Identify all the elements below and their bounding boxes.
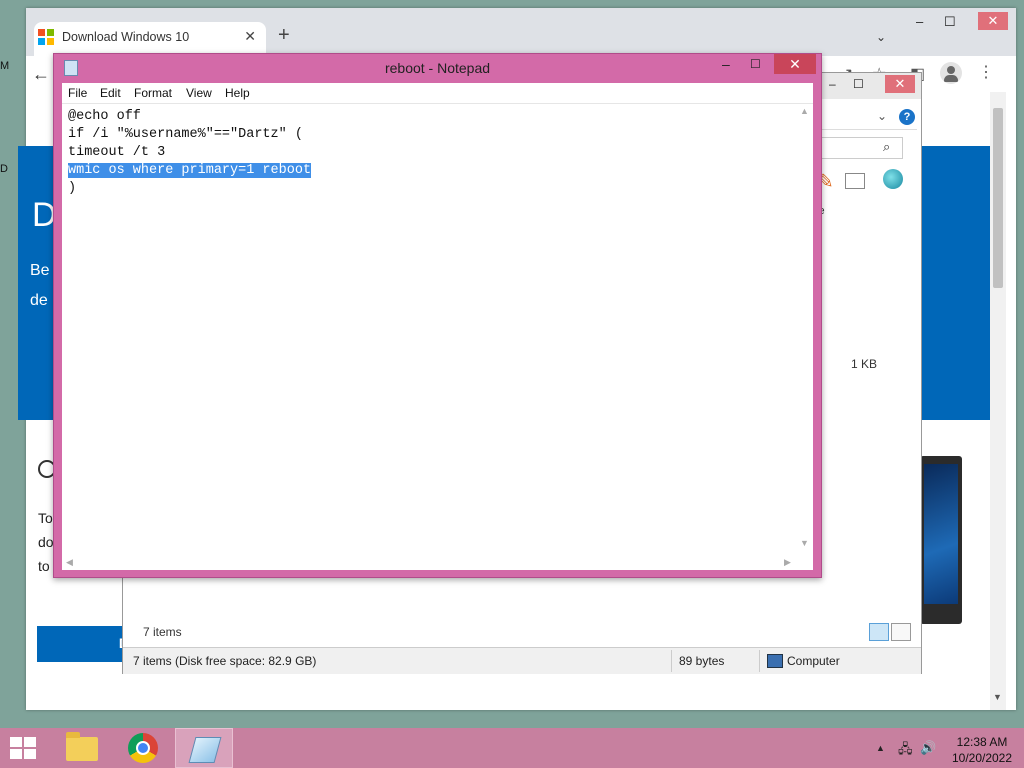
scroll-up-arrow-icon[interactable]: ▲ [800, 106, 809, 116]
paragraph-line-3: to [38, 558, 50, 574]
scroll-left-arrow-icon[interactable]: ◀ [66, 557, 73, 568]
status-items-free: 7 items (Disk free space: 82.9 GB) [133, 654, 317, 668]
notepad-menubar: File Edit Format View Help [62, 83, 813, 104]
folder-icon [66, 732, 98, 761]
menu-help[interactable]: Help [225, 86, 250, 100]
desktop-edge-label-1: M [0, 60, 10, 72]
desktop-edge-label-2: D [0, 163, 8, 175]
show-hidden-icons-icon[interactable]: ▲ [876, 743, 885, 753]
chrome-maximize-button[interactable]: ☐ [944, 14, 956, 30]
download-button[interactable]: D [37, 626, 133, 662]
windows-start-icon[interactable] [10, 737, 38, 761]
clock-date: 10/20/2022 [951, 751, 1013, 765]
banner-text-line-2: de [30, 292, 48, 309]
search-icon[interactable]: ⌕ [883, 139, 890, 155]
chrome-icon [128, 733, 158, 763]
file-size-cell: 1 KB [851, 357, 878, 371]
chrome-close-button[interactable]: ✕ [978, 12, 1008, 30]
help-icon[interactable]: ? [899, 109, 915, 125]
notepad-content[interactable]: @echo off if /i "%username%"=="Dartz" ( … [68, 108, 312, 198]
notepad-horizontal-scrollbar[interactable]: ◀ ▶ [62, 554, 797, 570]
clock-time: 12:38 AM [956, 735, 1008, 749]
large-icons-view-icon[interactable] [891, 623, 911, 641]
status-bytes: 89 bytes [679, 654, 725, 668]
selected-text-line[interactable]: wmic os where primary=1 reboot [68, 163, 312, 178]
notepad-text-area[interactable]: @echo off if /i "%username%"=="Dartz" ( … [62, 104, 813, 570]
page-scroll-thumb[interactable] [993, 108, 1003, 288]
explorer-close-button[interactable]: ✕ [885, 75, 915, 93]
profile-avatar-icon[interactable] [940, 62, 962, 84]
paragraph-line-1: To [38, 510, 53, 526]
laptop-screen [924, 464, 958, 604]
tab-close-icon[interactable]: ✕ [244, 28, 256, 45]
status-separator [671, 650, 672, 672]
scroll-down-arrow-icon[interactable]: ▼ [993, 692, 1002, 702]
explorer-status-bar: 7 items (Disk free space: 82.9 GB) 89 by… [123, 647, 921, 674]
banner-text-line-1: Be [30, 262, 50, 279]
scroll-right-arrow-icon[interactable]: ▶ [784, 557, 791, 568]
back-arrow-icon[interactable]: ← [32, 64, 50, 85]
tab-search-chevron-icon[interactable]: ⌄ [876, 30, 886, 44]
details-view-icon[interactable] [869, 623, 889, 641]
email-icon[interactable] [845, 173, 865, 189]
ribbon-expand-chevron-icon[interactable]: ⌄ [877, 109, 887, 123]
chrome-tabbar: Download Windows 10 ✕ + ⌄ – ☐ ✕ [26, 8, 1016, 56]
text-line-2: if /i "%username%"=="Dartz" ( [68, 127, 303, 142]
laptop-image [920, 456, 962, 624]
text-line-5: ) [68, 181, 77, 196]
menu-format[interactable]: Format [134, 86, 172, 100]
menu-view[interactable]: View [186, 86, 212, 100]
computer-icon [767, 654, 783, 668]
globe-icon[interactable] [883, 169, 903, 189]
notepad-minimize-button[interactable]: – [722, 56, 730, 72]
notepad-icon [188, 737, 222, 763]
explorer-maximize-button[interactable]: ☐ [853, 77, 864, 91]
new-tab-button[interactable]: + [278, 24, 290, 47]
text-line-3: timeout /t 3 [68, 145, 166, 160]
notepad-maximize-button[interactable]: ☐ [750, 57, 761, 71]
volume-icon[interactable]: 🔊 [920, 740, 936, 756]
page-scrollbar[interactable]: ▼ [990, 92, 1006, 710]
tab-title: Download Windows 10 [62, 30, 190, 44]
chrome-menu-icon[interactable]: ⋮ [978, 62, 994, 82]
tab-download-windows[interactable]: Download Windows 10 ✕ [34, 22, 266, 56]
menu-file[interactable]: File [68, 86, 87, 100]
microsoft-logo-icon [38, 29, 54, 45]
chrome-minimize-button[interactable]: – [916, 14, 923, 29]
notepad-title: reboot - Notepad [384, 60, 491, 76]
status-location: Computer [787, 654, 840, 668]
taskbar-file-explorer[interactable] [54, 728, 112, 768]
items-count: 7 items [143, 625, 182, 639]
taskbar: ▲ 🖧 🔊 12:38 AM 10/20/2022 [0, 728, 1024, 768]
menu-edit[interactable]: Edit [100, 86, 121, 100]
network-icon[interactable]: 🖧 [898, 740, 913, 762]
status-separator [759, 650, 760, 672]
taskbar-notepad[interactable] [175, 728, 233, 768]
explorer-minimize-button[interactable]: – [829, 77, 836, 91]
taskbar-clock[interactable]: 12:38 AM 10/20/2022 [944, 734, 1020, 766]
paragraph-line-2: do [38, 534, 54, 550]
text-line-1: @echo off [68, 109, 141, 124]
notepad-vertical-scrollbar[interactable]: ▲ ▼ [797, 104, 813, 554]
notepad-window: reboot - Notepad – ☐ ✕ File Edit Format … [53, 53, 822, 578]
taskbar-chrome[interactable] [114, 728, 172, 768]
scroll-down-arrow-icon[interactable]: ▼ [800, 538, 809, 548]
notepad-close-button[interactable]: ✕ [774, 54, 816, 74]
